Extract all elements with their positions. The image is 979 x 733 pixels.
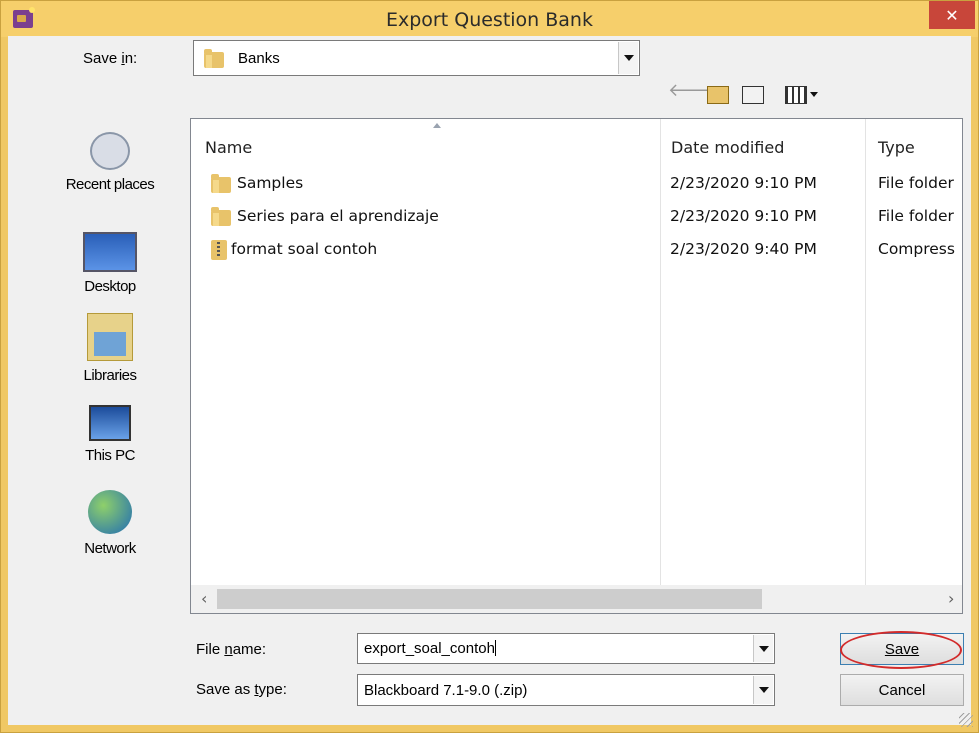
save-as-type-label: Save as type: [196,681,287,698]
desktop-icon [83,232,137,272]
scroll-right-icon[interactable]: › [948,589,954,608]
save-in-dropdown[interactable]: Banks [193,40,640,76]
column-header-date[interactable]: Date modified [671,138,784,157]
list-item[interactable]: Samples 2/23/2020 9:10 PM File folder [191,167,964,200]
title-bar[interactable]: Export Question Bank ✕ [1,1,978,37]
place-label: Network [84,540,136,557]
save-as-type-dropdown[interactable]: Blackboard 7.1-9.0 (.zip) [357,674,775,706]
file-name-label: File name: [196,641,267,658]
column-header-type[interactable]: Type [878,138,915,157]
resize-grip-icon[interactable] [959,713,973,727]
save-in-value: Banks [238,50,280,67]
place-label: Recent places [65,176,155,193]
place-libraries[interactable]: Libraries [40,313,180,384]
close-button[interactable]: ✕ [929,1,975,29]
window-title: Export Question Bank [386,9,593,31]
this-pc-icon [89,405,131,441]
file-type: File folder [878,174,954,192]
view-menu-icon[interactable] [785,86,807,104]
view-dropdown-arrow-icon[interactable] [810,92,818,97]
place-label: This PC [85,447,135,464]
column-header-name[interactable]: Name [205,138,252,157]
save-button[interactable]: Save [840,633,964,665]
place-this-pc[interactable]: This PC [40,405,180,464]
file-name: format soal contoh [231,240,378,258]
network-icon [88,490,132,534]
file-name-value: export_soal_contoh [364,640,496,657]
save-as-type-value: Blackboard 7.1-9.0 (.zip) [364,682,528,699]
sort-ascending-icon [433,123,441,128]
file-name-field[interactable]: export_soal_contoh [357,633,775,664]
save-button-label: Save [884,640,920,658]
scroll-left-icon[interactable]: ‹ [201,589,207,608]
chevron-down-icon[interactable] [753,635,773,662]
folder-icon [204,49,224,68]
new-folder-icon[interactable] [742,86,764,104]
file-list-header: Name Date modified Type [191,119,962,169]
horizontal-scrollbar[interactable]: ‹ › [191,585,962,613]
file-list[interactable]: Name Date modified Type Samples 2/23/202… [190,118,963,614]
up-folder-icon[interactable] [707,86,729,104]
folder-icon [211,207,231,226]
cancel-button[interactable]: Cancel [840,674,964,706]
file-type: Compress [878,240,955,258]
list-item[interactable]: format soal contoh 2/23/2020 9:40 PM Com… [191,233,964,266]
recent-places-icon [90,132,130,170]
file-name: Series para el aprendizaje [237,207,439,225]
list-item[interactable]: Series para el aprendizaje 2/23/2020 9:1… [191,200,964,233]
chevron-down-icon[interactable] [753,676,773,704]
scrollbar-thumb[interactable] [217,589,762,609]
place-label: Desktop [84,278,136,295]
save-in-label: Save in: [83,50,138,67]
place-desktop[interactable]: Desktop [40,232,180,295]
file-date: 2/23/2020 9:10 PM [670,174,817,192]
file-date: 2/23/2020 9:10 PM [670,207,817,225]
chevron-down-icon[interactable] [618,42,638,74]
place-recent[interactable]: Recent places [40,132,180,193]
file-name: Samples [237,174,304,192]
place-label: Libraries [83,367,137,384]
folder-icon [211,174,231,193]
places-bar: Recent places Desktop Libraries This PC … [40,120,180,620]
file-date: 2/23/2020 9:40 PM [670,240,817,258]
place-network[interactable]: Network [40,490,180,557]
file-type: File folder [878,207,954,225]
zip-folder-icon [211,240,227,260]
libraries-icon [87,313,133,361]
